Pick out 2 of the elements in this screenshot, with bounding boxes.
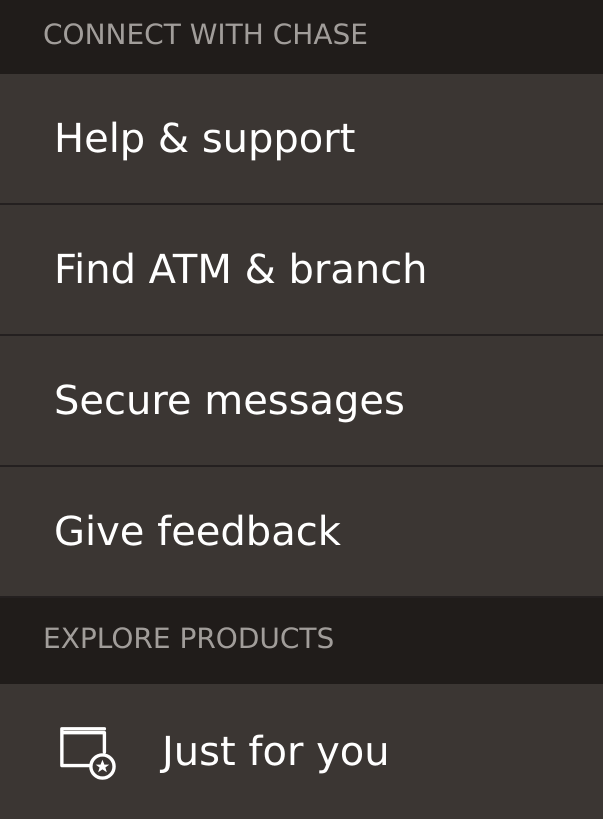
section-header: EXPLORE PRODUCTS (0, 598, 603, 684)
section-header: CONNECT WITH CHASE (0, 0, 603, 74)
